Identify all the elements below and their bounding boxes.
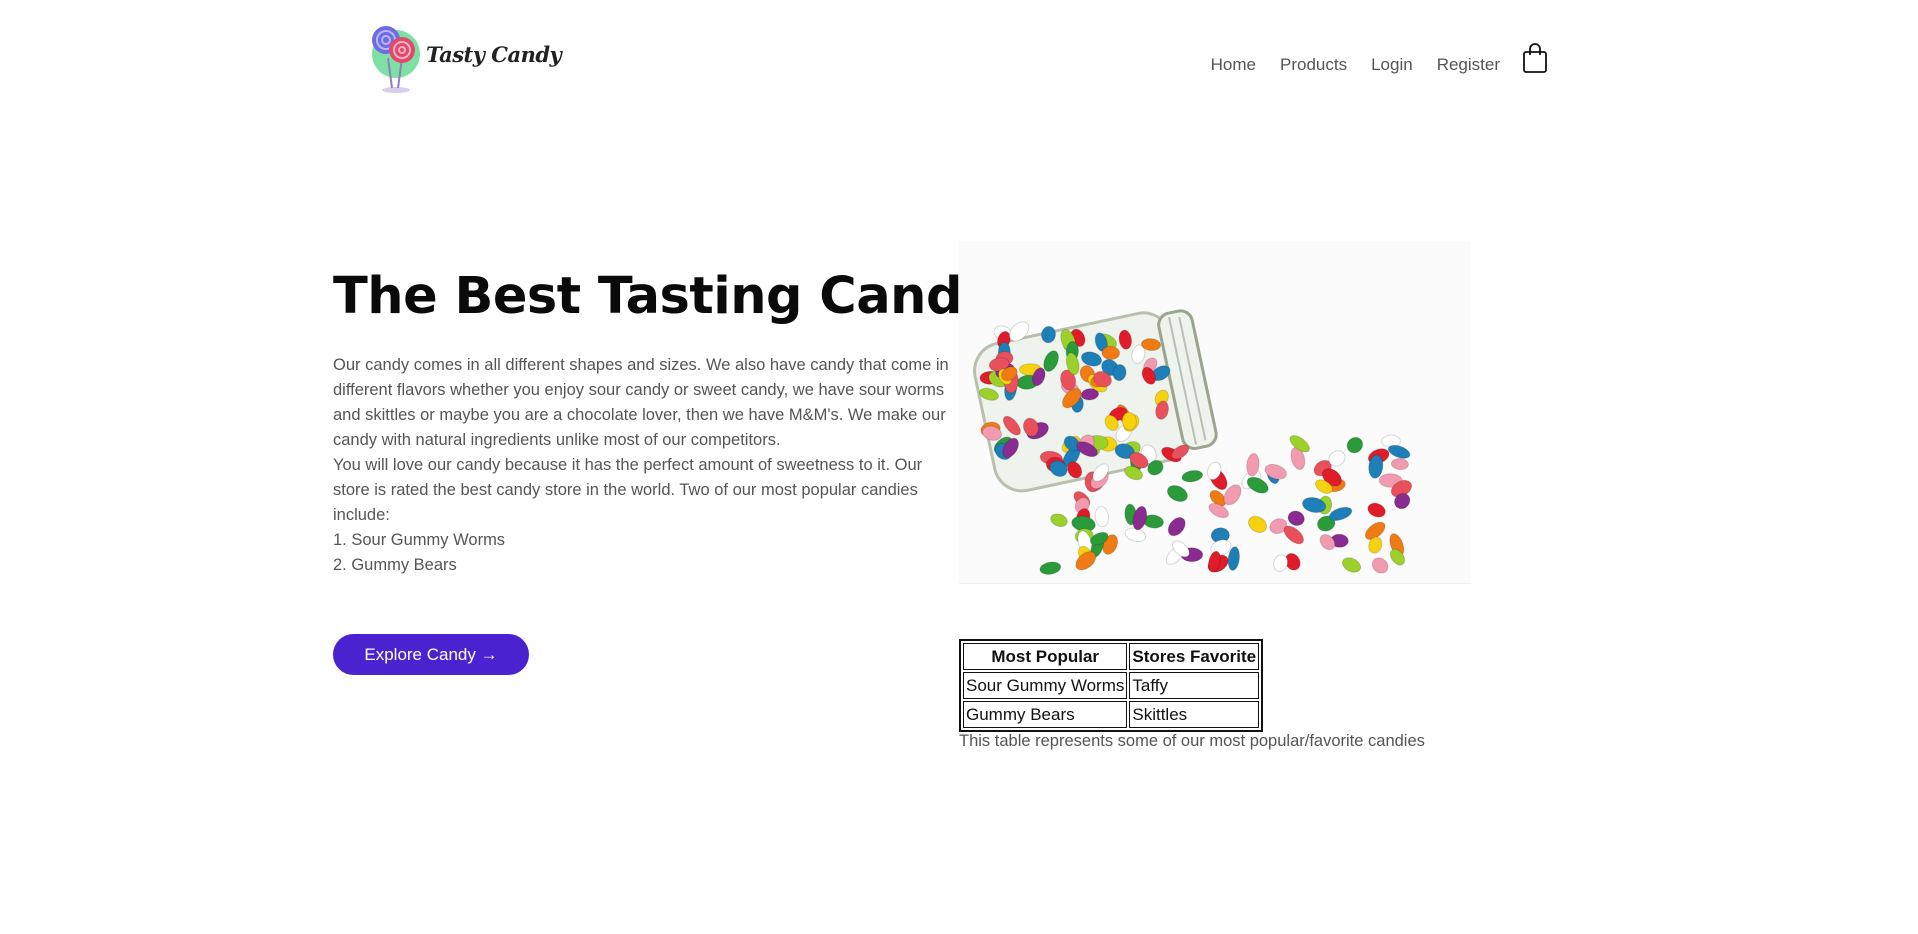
- table-header-cell: Stores Favorite: [1129, 643, 1260, 670]
- brand-logo[interactable]: Tasty Candy: [366, 18, 562, 96]
- list-item: 1. Sour Gummy Worms: [333, 531, 506, 549]
- jelly-bean-jar-illustration: [959, 241, 1471, 583]
- hero-description: Our candy comes in all different shapes …: [333, 353, 953, 578]
- hero-paragraph-2: You will love our candy because it has t…: [333, 456, 923, 524]
- shopping-bag-icon: [1523, 43, 1547, 73]
- explore-candy-button[interactable]: Explore Candy →: [333, 634, 529, 675]
- table-header-cell: Most Popular: [963, 643, 1128, 670]
- table-cell: Skittles: [1129, 701, 1260, 728]
- list-item: 2. Gummy Bears: [333, 556, 457, 574]
- table-row: Sour Gummy Worms Taffy: [963, 672, 1260, 699]
- nav-register[interactable]: Register: [1437, 55, 1500, 75]
- main-nav: Home Products Login Register: [1211, 55, 1500, 75]
- brand-name: Tasty Candy: [426, 42, 562, 67]
- nav-home[interactable]: Home: [1211, 55, 1256, 75]
- hero-paragraph-1: Our candy comes in all different shapes …: [333, 356, 949, 449]
- lollipop-logo-icon: [372, 26, 420, 93]
- nav-login[interactable]: Login: [1371, 55, 1413, 75]
- jelly-bean-jar-image: [959, 241, 1471, 584]
- table-header-row: Most Popular Stores Favorite: [963, 643, 1260, 670]
- page: Tasty Candy Home Products Login Register…: [0, 0, 1918, 934]
- table-row: Gummy Bears Skittles: [963, 701, 1260, 728]
- table-caption: This table represents some of our most p…: [959, 732, 1425, 750]
- nav-products[interactable]: Products: [1280, 55, 1347, 75]
- table-cell: Sour Gummy Worms: [963, 672, 1128, 699]
- cart-button[interactable]: [1520, 42, 1550, 74]
- page-title: The Best Tasting Candy!: [333, 267, 1018, 326]
- popular-candies-table: Most Popular Stores Favorite Sour Gummy …: [959, 639, 1264, 732]
- table-cell: Taffy: [1129, 672, 1260, 699]
- table-cell: Gummy Bears: [963, 701, 1128, 728]
- jelly-bean: [1101, 345, 1121, 361]
